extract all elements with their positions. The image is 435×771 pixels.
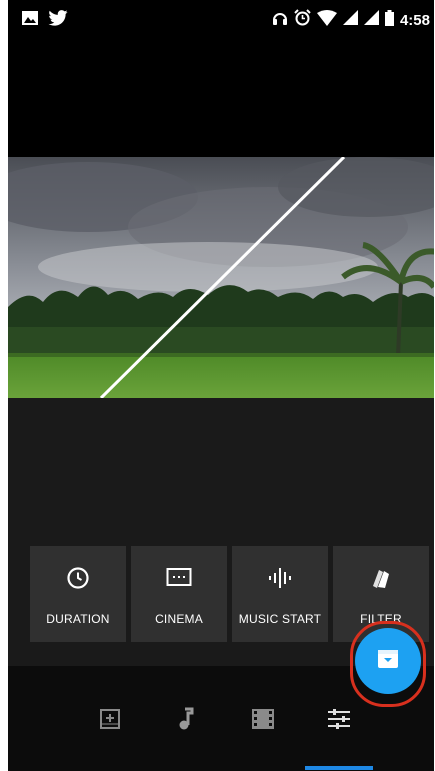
clock-icon <box>66 566 90 590</box>
cinema-icon <box>166 566 192 590</box>
duration-option[interactable]: DURATION <box>30 546 126 642</box>
filter-icon <box>369 566 393 590</box>
duration-label: DURATION <box>46 612 110 626</box>
nav-music[interactable] <box>171 706 201 736</box>
cinema-label: CINEMA <box>155 612 203 626</box>
clock-time: 4:58 <box>399 11 430 29</box>
signal-icon <box>342 10 358 30</box>
film-icon <box>250 706 276 737</box>
twitter-icon <box>48 10 68 31</box>
wifi-icon <box>316 9 337 31</box>
image-icon <box>22 11 38 30</box>
photo-preview[interactable] <box>8 157 434 398</box>
selected-tab-indicator <box>305 766 373 770</box>
cinema-option[interactable]: CINEMA <box>131 546 227 642</box>
battery-icon <box>384 9 394 31</box>
sliders-icon <box>327 708 351 735</box>
music-start-option[interactable]: MUSIC START <box>232 546 328 642</box>
save-export-button[interactable] <box>355 628 421 694</box>
status-bar: 4:58 <box>8 0 434 40</box>
headphones-icon <box>272 10 288 31</box>
phone-screen: 4:58 DURATION CINEMA MUSIC START FILTER <box>8 0 434 771</box>
signal-icon <box>363 10 379 30</box>
waveform-icon <box>267 566 293 590</box>
nav-film[interactable] <box>248 706 278 736</box>
music-note-icon <box>177 707 195 736</box>
nav-adjust[interactable] <box>324 706 354 736</box>
nav-add-photo[interactable] <box>95 706 125 736</box>
save-export-icon <box>376 648 400 675</box>
alarm-icon <box>294 9 311 31</box>
add-photo-icon <box>99 708 121 735</box>
music-start-label: MUSIC START <box>238 612 322 626</box>
